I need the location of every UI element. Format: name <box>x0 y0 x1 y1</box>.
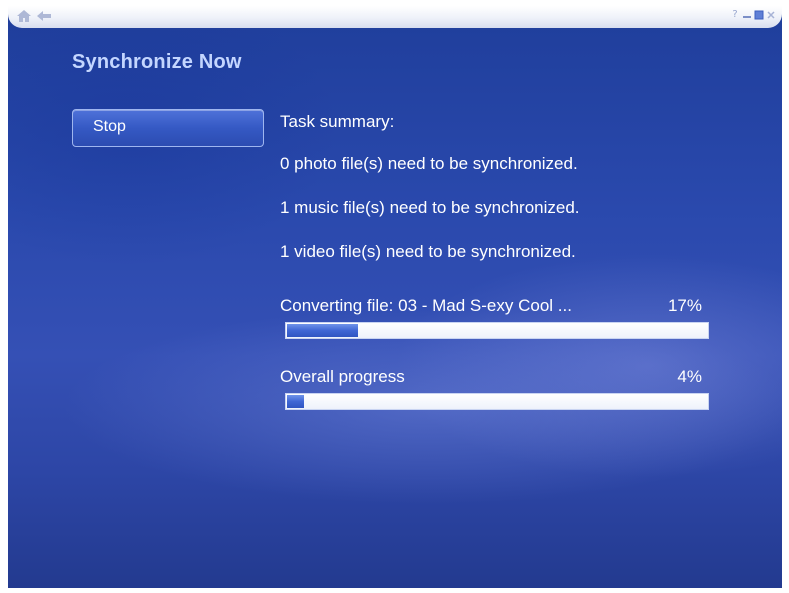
summary-line-video: 1 video file(s) need to be synchronized. <box>280 242 576 261</box>
page-title: Synchronize Now <box>72 51 242 73</box>
summary-line-photo: 0 photo file(s) need to be synchronized. <box>280 154 578 173</box>
maximize-icon[interactable] <box>754 10 764 20</box>
screen-frame: ? Synchronize Now Stop Task summary: 0 p… <box>0 0 789 593</box>
close-icon[interactable] <box>766 10 776 20</box>
current-file-progress-bar <box>285 322 709 339</box>
task-summary-heading: Task summary: <box>280 112 395 131</box>
overall-progress-label: Overall progress <box>280 367 405 386</box>
home-icon[interactable] <box>16 9 32 23</box>
close-glyph <box>767 11 775 19</box>
current-file-progress-fill <box>287 324 358 337</box>
summary-line-music: 1 music file(s) need to be synchronized. <box>280 198 580 217</box>
back-arrow-icon-glyph <box>37 11 51 21</box>
minimize-glyph <box>743 16 751 18</box>
overall-progress-percent: 4% <box>677 367 702 386</box>
home-icon-glyph <box>17 10 31 22</box>
help-icon[interactable]: ? <box>730 10 740 20</box>
minimize-icon[interactable] <box>742 10 752 20</box>
stop-button[interactable]: Stop <box>72 109 264 147</box>
maximize-glyph <box>754 10 764 20</box>
overall-progress-fill <box>287 395 304 408</box>
title-bar: ? <box>8 6 782 28</box>
current-file-percent: 17% <box>667 296 702 315</box>
back-arrow-icon[interactable] <box>36 9 52 23</box>
media-center-window: ? Synchronize Now Stop Task summary: 0 p… <box>8 6 782 588</box>
stop-button-label: Stop <box>93 118 126 135</box>
current-file-label: Converting file: 03 - Mad S-exy Cool ... <box>280 296 572 315</box>
overall-progress-bar <box>285 393 709 410</box>
